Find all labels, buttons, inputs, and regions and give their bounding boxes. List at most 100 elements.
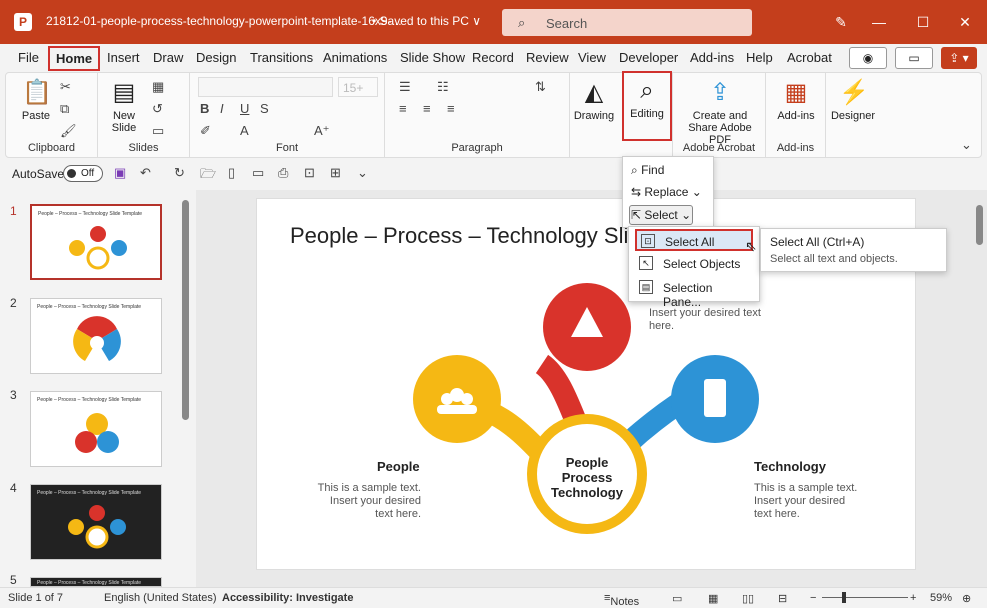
language-status[interactable]: English (United States) [104,592,217,604]
select-all-item[interactable]: ⊡ Select All [635,229,753,251]
selection-pane-item[interactable]: ▤ Selection Pane... [635,277,753,309]
thumbnails-scrollbar[interactable] [182,200,189,420]
collapse-ribbon-icon[interactable]: ⌄ [961,137,972,153]
replace-label: Replace [644,185,689,199]
pen-icon[interactable]: ✎ [826,10,856,34]
editing-button[interactable]: ⌕ Editing [625,77,669,120]
toggle-knob [67,169,76,178]
folder-icon[interactable]: ▭ [252,165,264,181]
record-button[interactable]: ◉ [849,47,887,69]
select-submenu: ⊡ Select All ↖ Select Objects ▤ Selectio… [628,226,760,309]
copy-icon[interactable]: ⧉ [60,101,69,117]
replace-item[interactable]: ⇆ Replace ⌄ [631,185,702,199]
format-painter-icon[interactable]: 🖌 [60,123,77,139]
align-left-icon[interactable]: ≡ [399,101,407,116]
tab-transitions[interactable]: Transitions [250,50,313,65]
new-slide-button[interactable]: ▤ New Slide [104,79,144,134]
layout-icon[interactable]: ▦ [152,79,164,95]
tab-draw[interactable]: Draw [153,50,183,65]
slideshow-icon[interactable]: ⊟ [778,592,787,605]
screenshot-icon[interactable]: ⊞ [330,165,341,181]
comments-button[interactable]: ▭ [895,47,933,69]
canvas-scrollbar[interactable] [976,205,983,245]
tab-review[interactable]: Review [526,50,569,65]
notes-button[interactable]: ≡ Notes [604,592,639,608]
grow-font-icon[interactable]: A⁺ [314,123,330,139]
quick-print-icon[interactable]: ⎙ [278,165,288,181]
highlight-icon[interactable]: ✐ [200,123,211,139]
autosave-toggle-label: Off [81,168,95,179]
font-name-box[interactable] [198,77,333,97]
tech-line-2: Insert your desired [754,495,846,507]
italic-icon[interactable]: I [220,101,224,116]
search-box[interactable]: ⌕ Search [502,9,752,36]
text-direction-icon[interactable]: ⇅ [535,79,546,95]
slide-sorter-icon[interactable]: ▦ [708,592,718,605]
maximize-button[interactable]: ☐ [908,10,938,34]
paste-button[interactable]: 📋 Paste [16,79,56,122]
zoom-slider[interactable] [822,597,908,598]
addins-button[interactable]: ▦ Add-ins [772,79,820,122]
create-share-pdf-button[interactable]: ⇪ Create and Share Adobe PDF [677,79,763,146]
zoom-in-icon[interactable]: + [910,592,916,604]
tab-insert[interactable]: Insert [107,50,140,65]
undo-icon[interactable]: ↶ [140,165,151,181]
slide-thumbnail[interactable]: People – Process – Technology Slide Temp… [30,391,162,467]
find-item[interactable]: ⌕ Find [631,163,664,178]
tab-animations[interactable]: Animations [323,50,387,65]
select-item[interactable]: ⇱ Select ⌄ [631,208,691,222]
zoom-thumb[interactable] [842,592,846,603]
open-icon[interactable]: 🗁 [200,165,216,187]
reset-icon[interactable]: ↺ [152,101,163,117]
tab-acrobat[interactable]: Acrobat [787,50,832,65]
new-icon[interactable]: ▯ [228,165,235,181]
font-size-box[interactable]: 15+ [338,77,378,97]
tab-add-ins[interactable]: Add-ins [690,50,734,65]
people-line-3: text here. [375,508,421,520]
accessibility-status[interactable]: Accessibility: Investigate [222,592,353,604]
autosave-toggle[interactable]: Off [63,165,103,182]
fit-slide-icon[interactable]: ⊕ [962,592,971,605]
present-icon[interactable]: ⊡ [304,165,315,181]
section-icon[interactable]: ▭ [152,123,164,139]
tab-slide-show[interactable]: Slide Show [400,50,465,65]
font-color-icon[interactable]: A [240,123,249,138]
reading-view-icon[interactable]: ▯▯ [742,592,754,605]
redo-icon[interactable]: ↻ [174,165,185,181]
shadow-icon[interactable]: S [260,101,269,116]
zoom-level[interactable]: 59% [930,592,952,604]
customize-qat-icon[interactable]: ⌄ [357,165,368,181]
tab-file[interactable]: File [18,50,39,65]
tab-record[interactable]: Record [472,50,514,65]
tab-design[interactable]: Design [196,50,236,65]
select-objects-item[interactable]: ↖ Select Objects [635,253,753,275]
share-button[interactable]: ⇪ ▾ [941,47,977,69]
bullets-icon[interactable]: ☰ [399,79,411,95]
slide-thumbnail[interactable]: People – Process – Technology Slide Temp… [30,577,162,587]
minimize-button[interactable]: — [864,10,894,34]
zoom-out-icon[interactable]: − [810,592,816,604]
tab-home[interactable]: Home [48,46,101,71]
drawing-button[interactable]: ◭ Drawing [572,79,616,122]
bold-icon[interactable]: B [200,101,209,116]
close-button[interactable]: ✕ [950,10,980,34]
thumb-number: 3 [10,388,17,402]
new-slide-icon: ▤ [112,79,136,106]
save-icon[interactable]: ▣ [114,165,126,181]
numbering-icon[interactable]: ☷ [437,79,449,95]
tab-developer[interactable]: Developer [619,50,678,65]
slide-thumbnail[interactable]: People – Process – Technology Slide Temp… [30,484,162,560]
slide-thumbnail[interactable]: People – Process – Technology Slide Temp… [30,298,162,374]
font-group-label: Font [275,142,298,154]
underline-icon[interactable]: U [240,101,249,116]
normal-view-icon[interactable]: ▭ [672,592,682,605]
tab-view[interactable]: View [578,50,606,65]
cut-icon[interactable]: ✂ [60,79,71,95]
tab-help[interactable]: Help [746,50,773,65]
align-right-icon[interactable]: ≡ [447,101,455,116]
align-center-icon[interactable]: ≡ [423,101,431,116]
slide-thumbnail[interactable]: People – Process – Technology Slide Temp… [30,204,162,280]
search-placeholder: Search [546,16,588,31]
designer-button[interactable]: ⚡ Designer [828,79,878,122]
save-status[interactable]: • Saved to this PC ∨ [372,14,481,28]
